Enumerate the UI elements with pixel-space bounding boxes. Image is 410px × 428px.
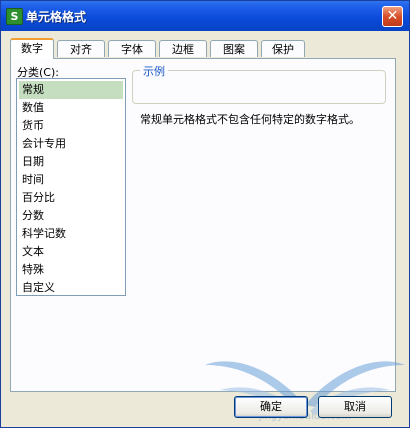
list-item[interactable]: 科学记数 <box>19 225 123 243</box>
tab-protection[interactable]: 保护 <box>261 40 305 57</box>
list-item[interactable]: 百分比 <box>19 189 123 207</box>
dialog-title: 单元格格式 <box>26 10 87 24</box>
sample-group <box>132 70 386 104</box>
app-icon: S <box>6 8 23 25</box>
list-item[interactable]: 日期 <box>19 153 123 171</box>
title-bar[interactable]: S 单元格格式 ✕ <box>1 1 409 31</box>
list-item[interactable]: 常规 <box>19 81 123 99</box>
list-item[interactable]: 数值 <box>19 99 123 117</box>
list-item[interactable]: 自定义 <box>19 279 123 297</box>
list-item[interactable]: 分数 <box>19 207 123 225</box>
sample-title: 示例 <box>140 63 168 79</box>
close-icon: ✕ <box>386 8 399 24</box>
tab-number[interactable]: 数字 <box>10 38 54 59</box>
list-item[interactable]: 特殊 <box>19 261 123 279</box>
tab-patterns[interactable]: 图案 <box>210 40 258 57</box>
cancel-button[interactable]: 取消 <box>318 396 392 418</box>
category-list[interactable]: 常规 数值 货币 会计专用 日期 时间 百分比 分数 科学记数 文本 特殊 自定… <box>16 78 126 296</box>
tab-alignment[interactable]: 对齐 <box>57 40 105 57</box>
list-item[interactable]: 货币 <box>19 117 123 135</box>
tab-border[interactable]: 边框 <box>159 40 207 57</box>
close-button[interactable]: ✕ <box>382 6 403 27</box>
format-description: 常规单元格格式不包含任何特定的数字格式。 <box>140 113 360 126</box>
tab-font[interactable]: 字体 <box>108 40 156 57</box>
list-item[interactable]: 文本 <box>19 243 123 261</box>
list-item[interactable]: 会计专用 <box>19 135 123 153</box>
ok-button[interactable]: 确定 <box>234 396 308 418</box>
list-item[interactable]: 时间 <box>19 171 123 189</box>
